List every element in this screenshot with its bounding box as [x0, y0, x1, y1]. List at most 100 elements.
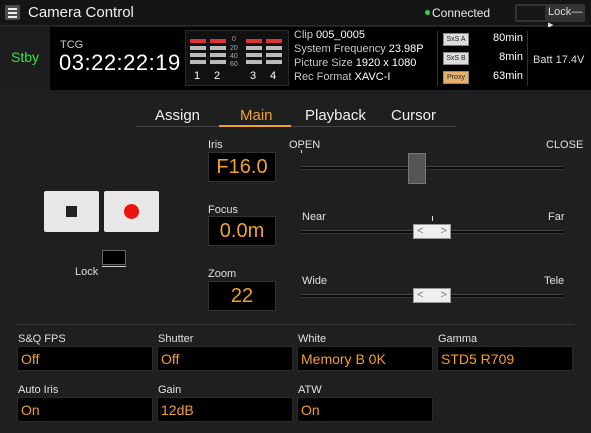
- sxs-a-icon: SxS A: [443, 33, 469, 46]
- clip-info: Clip 005_0005: [294, 29, 365, 41]
- zoom-slider-thumb[interactable]: < >: [413, 288, 451, 303]
- meter-seg-2: [210, 60, 226, 64]
- sq-fps-label: S&Q FPS: [18, 333, 66, 345]
- focus-max-label: Far: [548, 211, 565, 223]
- gain-label: Gain: [158, 384, 182, 396]
- auto-iris-value[interactable]: On: [17, 397, 153, 422]
- rec-lock-toggle[interactable]: Lock: [74, 250, 126, 278]
- audio-meters: 0 20 40 60 1 2 3 4: [185, 30, 289, 86]
- focus-tick: [432, 216, 433, 221]
- rec-format-value: XAVC-I: [354, 71, 391, 83]
- zoom-min-label: Wide: [302, 275, 328, 287]
- white-value[interactable]: Memory B 0K: [297, 346, 433, 371]
- media-slot-b: SxS B 8min: [441, 51, 523, 66]
- auto-iris-label: Auto Iris: [18, 384, 59, 396]
- menu-icon[interactable]: [5, 5, 20, 20]
- record-icon: [124, 204, 139, 219]
- connection-dot-icon: [425, 10, 430, 15]
- meter-seg-3: [246, 53, 262, 57]
- app-title: Camera Control: [28, 4, 134, 21]
- gamma-label: Gamma: [438, 333, 478, 345]
- battery-label: Batt: [533, 54, 553, 66]
- divider: [527, 31, 528, 86]
- divider: [437, 31, 438, 86]
- meter-scale-label: 40: [230, 53, 238, 60]
- chevron-left-icon: <: [417, 289, 424, 301]
- tab-playback[interactable]: Playback: [305, 107, 366, 124]
- tab-divider: [136, 126, 456, 127]
- record-button[interactable]: [104, 191, 159, 232]
- picture-size-label: Picture Size: [294, 57, 353, 69]
- sq-fps-value[interactable]: Off: [17, 346, 153, 371]
- lock-toggle-knob: [517, 6, 545, 20]
- meter-seg-2: [210, 46, 226, 50]
- meter-peak-3: [246, 39, 262, 43]
- atw-label: ATW: [298, 384, 322, 396]
- tab-bar: Assign Main Playback Cursor: [0, 101, 591, 127]
- meter-scale-label: 0: [232, 36, 236, 43]
- zoom-value[interactable]: 22: [208, 281, 276, 311]
- shutter-value[interactable]: Off: [157, 346, 293, 371]
- media-slot-a: SxS A 80min: [441, 32, 523, 47]
- iris-slider-track[interactable]: [301, 166, 564, 170]
- timecode: 03:22:22:19: [59, 50, 181, 75]
- iris-label: Iris: [208, 139, 223, 151]
- status-bar: Stby TCG 03:22:22:19 0 20 40 60 1 2 3 4: [0, 27, 591, 90]
- connection-status: Connected: [425, 6, 491, 20]
- meter-scale-label: 60: [230, 61, 238, 68]
- iris-slider-thumb[interactable]: [408, 153, 426, 184]
- meter-channel-number: 2: [214, 70, 221, 82]
- picture-size-info: Picture Size 1920 x 1080: [294, 57, 416, 69]
- meter-scale-label: 20: [230, 45, 238, 52]
- proxy-icon: Proxy: [443, 71, 469, 84]
- meter-seg-2: [210, 53, 226, 57]
- stop-icon: [66, 206, 77, 217]
- meter-peak-4: [266, 39, 282, 43]
- clip-label: Clip: [294, 29, 313, 41]
- rec-lock-label: Lock: [75, 266, 99, 278]
- arrow-right-icon: [102, 266, 126, 267]
- iris-value[interactable]: F16.0: [208, 152, 276, 182]
- chevron-left-icon: <: [417, 225, 424, 237]
- meter-channel-number: 1: [194, 70, 201, 82]
- iris-max-label: CLOSE: [546, 139, 584, 151]
- focus-value[interactable]: 0.0m: [208, 216, 276, 246]
- standby-label: Stby: [11, 49, 40, 65]
- connection-status-label: Connected: [432, 6, 491, 20]
- focus-label: Focus: [208, 204, 238, 216]
- system-frequency-info: System Frequency 23.98P: [294, 43, 424, 55]
- system-frequency-value: 23.98P: [388, 43, 424, 55]
- meter-peak-1: [190, 39, 206, 43]
- stop-button[interactable]: [44, 191, 99, 232]
- zoom-label: Zoom: [208, 268, 237, 280]
- meter-seg-1: [190, 60, 206, 64]
- iris-tick: [301, 150, 302, 153]
- meter-seg-4: [266, 60, 282, 64]
- shutter-label: Shutter: [158, 333, 194, 345]
- rec-format-label: Rec Format: [294, 71, 352, 83]
- meter-channel-number: 4: [270, 70, 277, 82]
- tab-cursor[interactable]: Cursor: [391, 107, 436, 124]
- meter-seg-4: [266, 46, 282, 50]
- gain-value[interactable]: 12dB: [157, 397, 293, 422]
- rec-format-info: Rec Format XAVC-I: [294, 71, 390, 83]
- focus-slider-thumb[interactable]: < >: [413, 224, 451, 239]
- meter-seg-1: [190, 46, 206, 50]
- atw-value[interactable]: On: [297, 397, 433, 422]
- iris-min-label: OPEN: [289, 139, 321, 151]
- picture-size-value: 1920 x 1080: [355, 57, 417, 69]
- media-slot-proxy: Proxy 63min: [441, 70, 523, 85]
- meter-peak-2: [210, 39, 226, 43]
- gamma-value[interactable]: STD5 R709: [437, 346, 573, 371]
- meter-channel-number: 3: [250, 70, 257, 82]
- media-remaining: 63min: [493, 70, 523, 82]
- active-tab-indicator: [219, 125, 291, 127]
- media-remaining: 80min: [493, 32, 523, 44]
- tab-assign[interactable]: Assign: [155, 107, 200, 124]
- battery-info: Batt 17.4V: [533, 54, 584, 66]
- tab-main[interactable]: Main: [240, 107, 273, 124]
- standby-indicator: Stby: [0, 27, 50, 90]
- meter-seg-3: [246, 46, 262, 50]
- meter-seg-4: [266, 53, 282, 57]
- lock-toggle[interactable]: Lock—▸: [515, 4, 585, 31]
